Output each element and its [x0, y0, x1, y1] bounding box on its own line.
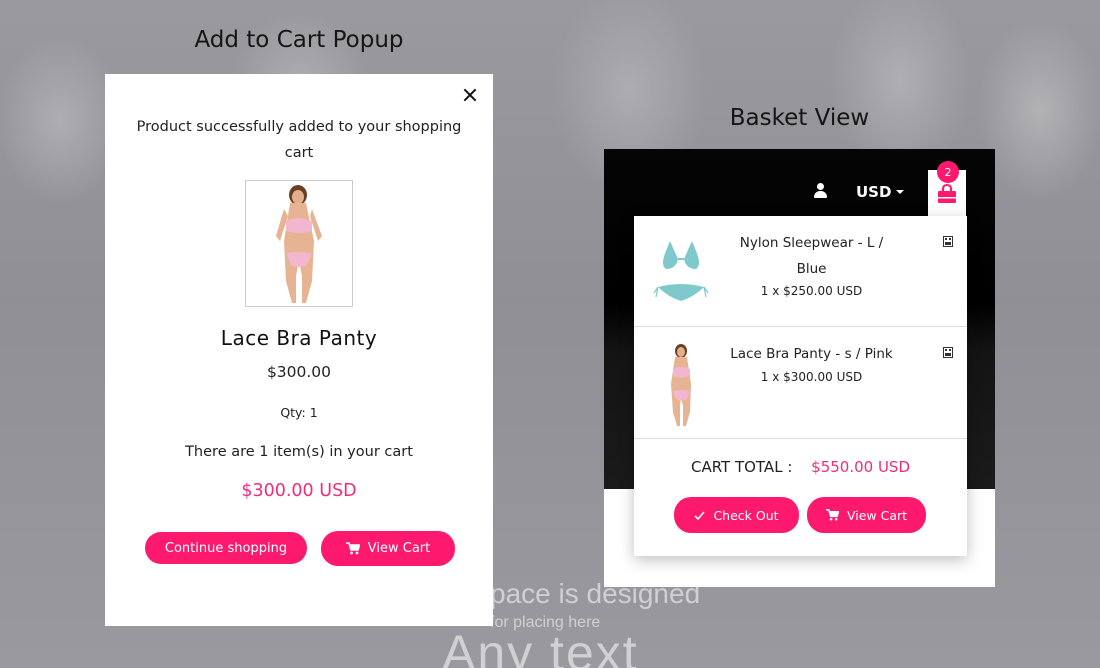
add-to-cart-popup: Product successfully added to your shopp…	[105, 74, 493, 626]
product-price: $300.00	[266, 363, 332, 381]
user-icon[interactable]	[813, 183, 827, 199]
cart-item: Nylon Sleepwear - L / Blue 1 x $250.00 U…	[634, 216, 967, 327]
checkout-button[interactable]: Check Out	[674, 497, 799, 533]
item-name: Lace Bra Panty - s / Pink	[730, 346, 893, 362]
item-price: 1 x $250.00 USD	[760, 284, 863, 298]
continue-shopping-label: Continue shopping	[164, 540, 288, 556]
close-icon[interactable]	[461, 86, 479, 104]
check-icon	[694, 510, 706, 520]
item-name: Nylon Sleepwear - L / Blue	[739, 235, 884, 277]
product-image	[245, 180, 353, 307]
caret-down-icon	[896, 190, 905, 194]
product-name: Lace Bra Panty	[220, 326, 378, 350]
cart-item: Lace Bra Panty - s / Pink 1 x $300.00 US…	[634, 327, 967, 439]
basket-section-title: Basket View	[729, 105, 870, 131]
view-cart-button[interactable]: View Cart	[321, 531, 455, 566]
trash-icon[interactable]	[943, 236, 953, 247]
view-cart-button[interactable]: View Cart	[807, 497, 926, 533]
cart-count-badge: 2	[937, 161, 959, 183]
view-cart-label: View Cart	[846, 507, 908, 523]
cart-dropdown: Nylon Sleepwear - L / Blue 1 x $250.00 U…	[634, 216, 967, 556]
basket-view-panel: USD 2 Nylon Sleepwear - L / Blue 1 x $25…	[604, 149, 995, 587]
cart-total-label: CART TOTAL :	[690, 458, 793, 476]
currency-selector[interactable]: USD	[856, 183, 905, 201]
background-text-line-3: Any text	[442, 625, 639, 668]
success-message: Product successfully added to your shopp…	[136, 119, 462, 161]
cart-total-price: $300.00 USD	[241, 481, 357, 501]
cart-icon	[825, 509, 839, 521]
trash-icon[interactable]	[943, 347, 953, 358]
item-image	[652, 231, 710, 316]
currency-label: USD	[856, 183, 892, 201]
popup-section-title: Add to Cart Popup	[194, 27, 404, 53]
cart-icon	[345, 542, 360, 555]
item-image	[652, 342, 710, 427]
shopping-bag-icon	[938, 184, 956, 203]
checkout-label: Check Out	[713, 507, 779, 523]
view-cart-label: View Cart	[367, 541, 431, 556]
product-quantity: Qty: 1	[280, 405, 318, 420]
cart-item-count: There are 1 item(s) in your cart	[185, 444, 413, 460]
continue-shopping-button[interactable]: Continue shopping	[145, 532, 307, 564]
item-price: 1 x $300.00 USD	[760, 370, 863, 384]
cart-total-value: $550.00 USD	[811, 458, 911, 476]
cart-total-row: CART TOTAL : $550.00 USD	[634, 458, 967, 476]
